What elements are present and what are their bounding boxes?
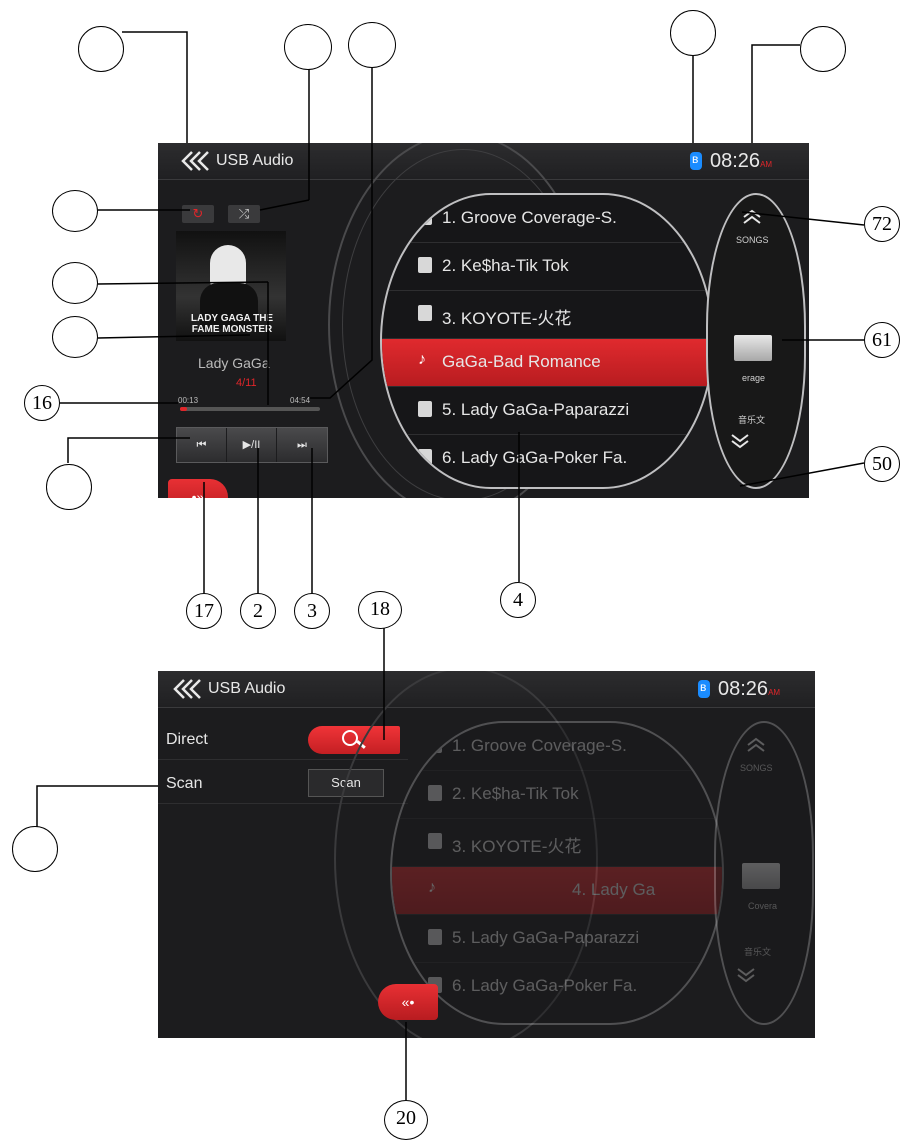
callout-16: 16 [24,385,60,421]
callout-4: 4 [500,582,536,618]
callout-61: 61 [864,322,900,358]
callout-marker [78,26,124,72]
callout-72: 72 [864,206,900,242]
callout-20: 20 [384,1100,428,1140]
callout-marker [670,10,716,56]
callout-marker [800,26,846,72]
callout-50: 50 [864,446,900,482]
callout-marker [284,24,332,70]
callout-3: 3 [294,593,330,629]
callout-marker [52,316,98,358]
callout-17: 17 [186,593,222,629]
callout-marker [12,826,58,872]
callout-marker [52,190,98,232]
callout-marker [46,464,92,510]
callout-2: 2 [240,593,276,629]
callout-marker [52,262,98,304]
callout-marker [348,22,396,68]
callout-lines [36,31,865,1100]
callout-18: 18 [358,591,402,629]
